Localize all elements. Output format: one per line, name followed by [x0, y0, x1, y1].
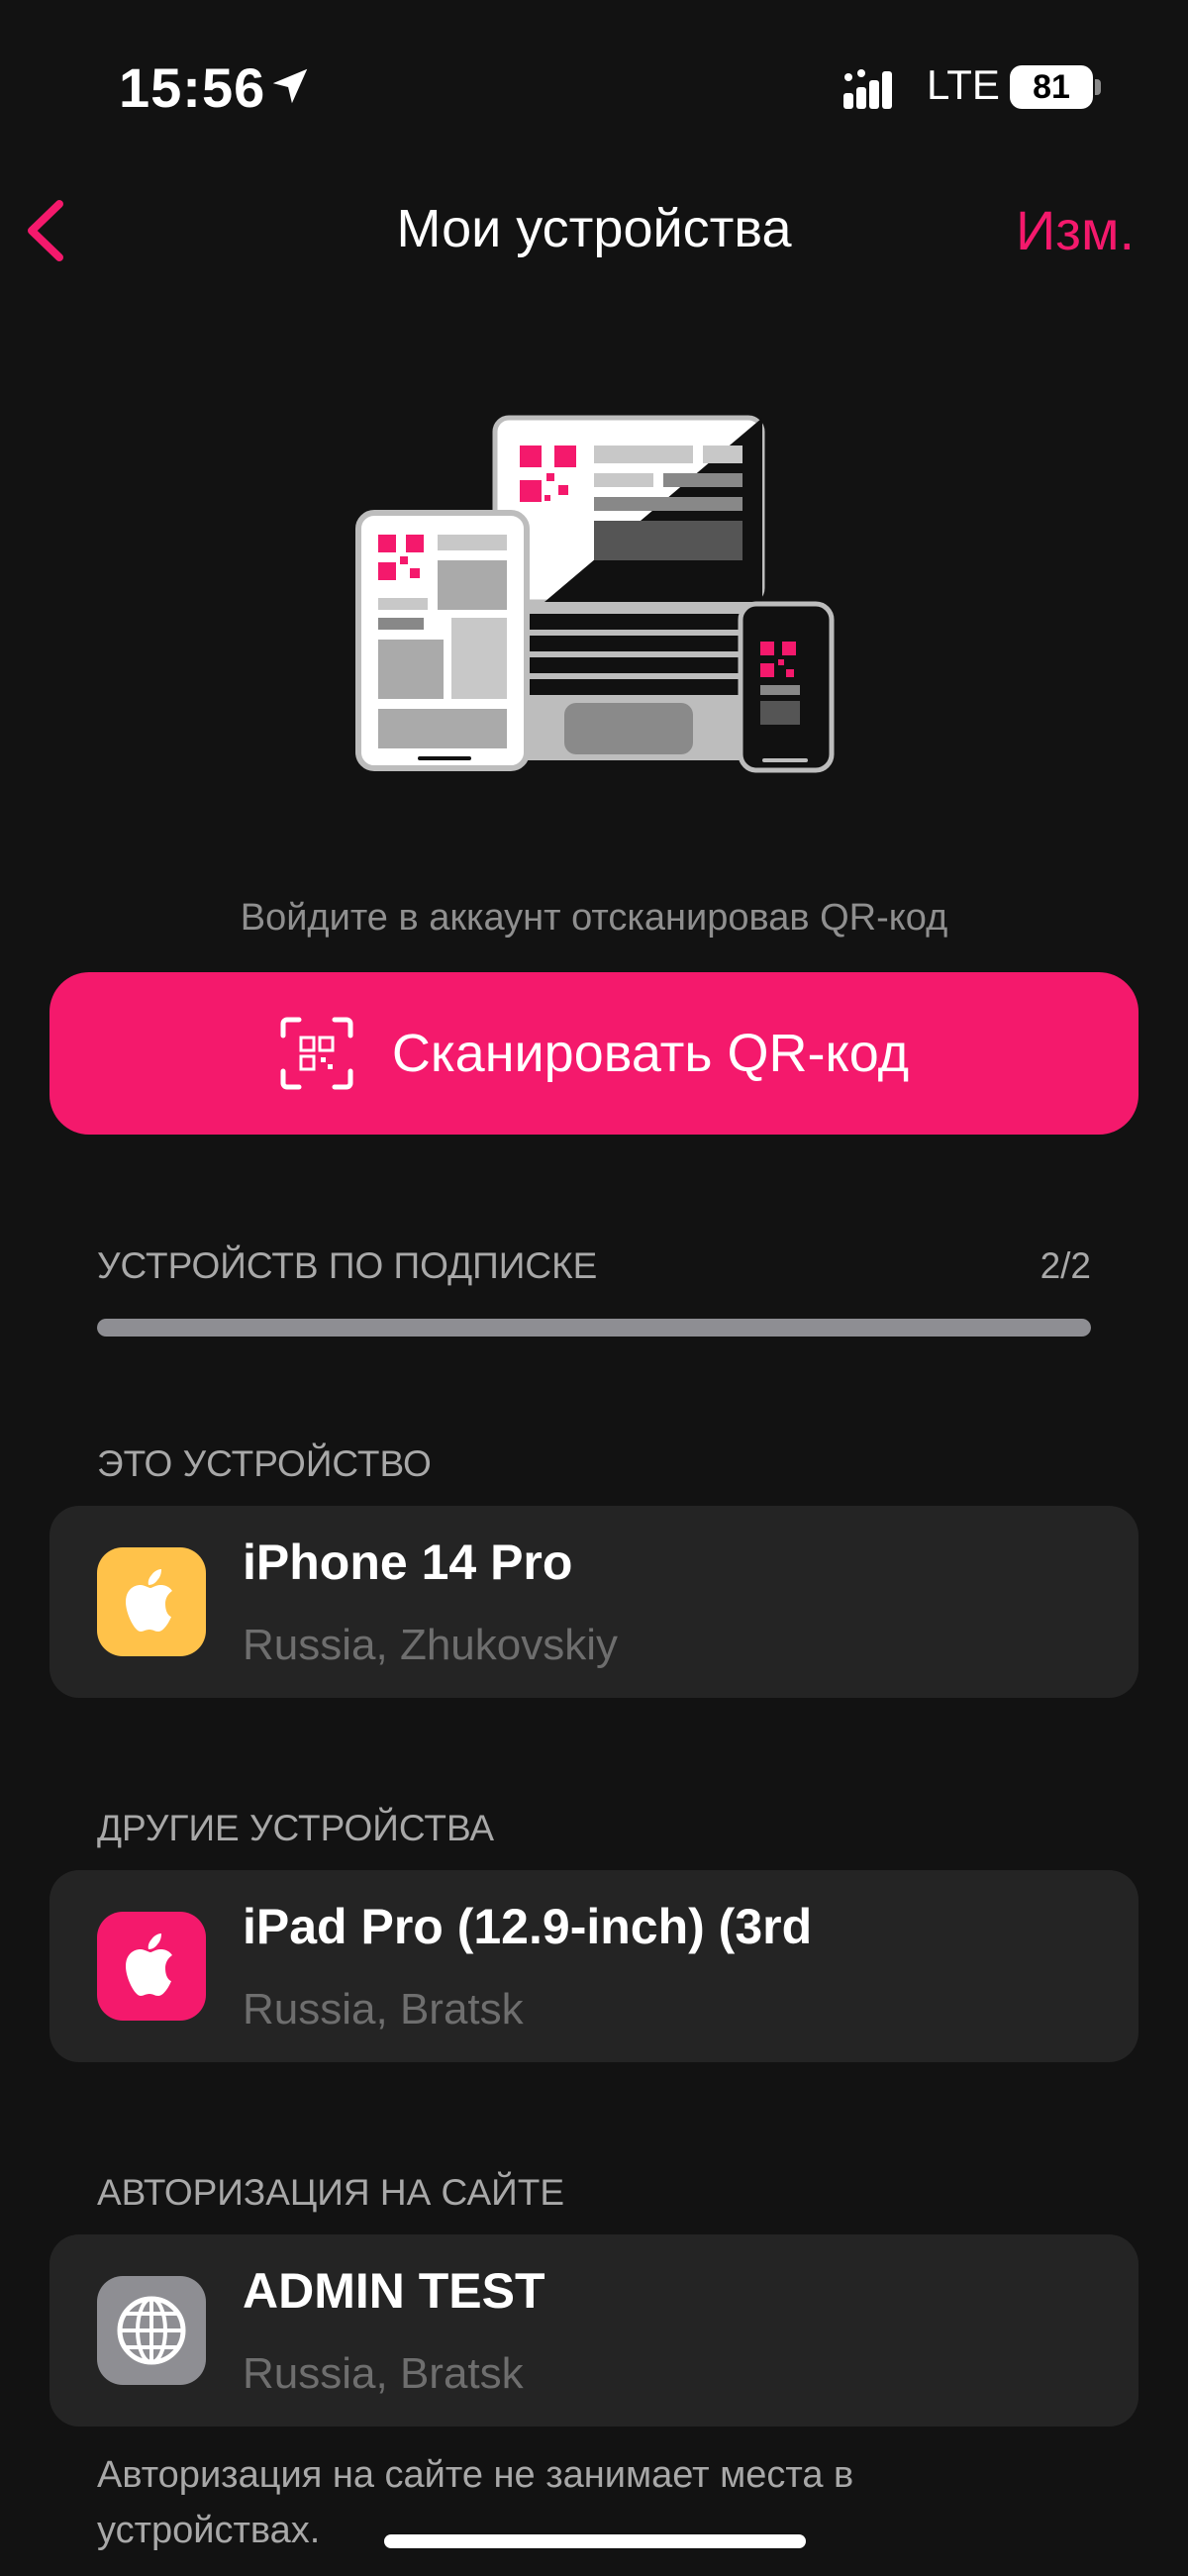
qr-scan-icon — [280, 1017, 353, 1090]
subscription-progress-bar — [97, 1319, 1091, 1337]
this-device-section-label: ЭТО УСТРОЙСТВО — [97, 1443, 432, 1484]
subscription-label: УСТРОЙСТВ ПО ПОДПИСКЕ — [97, 1245, 598, 1286]
network-type: LTE — [927, 61, 1000, 108]
apple-logo-icon — [126, 1933, 172, 1996]
edit-button[interactable]: Изм. — [1016, 198, 1135, 262]
page-title: Мои устройства — [396, 199, 792, 258]
web-auth-name: ADMIN TEST — [243, 2263, 545, 2319]
apple-logo-icon — [126, 1569, 172, 1632]
globe-outline-icon — [117, 2296, 186, 2365]
scan-qr-button[interactable]: Сканировать QR-код — [50, 972, 1138, 1135]
web-auth-location: Russia, Bratsk — [243, 2349, 524, 2398]
web-auth-section-label: АВТОРИЗАЦИЯ НА САЙТЕ — [97, 2172, 565, 2213]
location-arrow-icon — [272, 68, 308, 104]
subscription-count: 2/2 — [1040, 1245, 1091, 1286]
battery-cap — [1095, 79, 1101, 95]
status-time: 15:56 — [119, 56, 266, 119]
home-indicator[interactable] — [384, 2534, 806, 2548]
device-card-this[interactable]: iPhone 14 Pro Russia, Zhukovskiy — [50, 1506, 1138, 1698]
device-location: Russia, Zhukovskiy — [243, 1621, 619, 1669]
device-name: iPad Pro (12.9-inch) (3rd — [243, 1899, 813, 1954]
apple-icon — [97, 1547, 206, 1656]
other-devices-section-label: ДРУГИЕ УСТРОЙСТВА — [97, 1808, 495, 1848]
apple-icon — [97, 1912, 206, 2021]
device-location: Russia, Bratsk — [243, 1985, 524, 2033]
device-card-other[interactable]: iPad Pro (12.9-inch) (3rd Russia, Bratsk — [50, 1870, 1138, 2062]
web-auth-card[interactable]: ADMIN TEST Russia, Bratsk — [50, 2234, 1138, 2427]
battery-icon: 81 — [1010, 65, 1093, 109]
scan-hint-text: Войдите в аккаунт отсканировав QR-код — [240, 897, 948, 939]
cellular-signal-icon — [843, 69, 892, 109]
scan-qr-label: Сканировать QR-код — [391, 1024, 910, 1083]
globe-icon — [97, 2276, 206, 2385]
battery-level: 81 — [1033, 68, 1070, 106]
devices-illustration — [355, 415, 835, 773]
device-name: iPhone 14 Pro — [243, 1535, 573, 1590]
subscription-progress-fill — [97, 1319, 1091, 1337]
